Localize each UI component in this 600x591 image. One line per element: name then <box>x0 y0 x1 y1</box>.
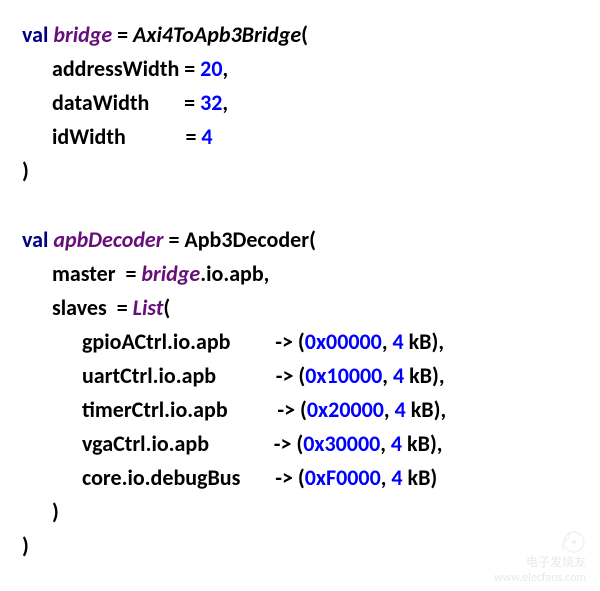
var-bridge: bridge <box>53 21 112 48</box>
slave-row-2: timerCtrl.io.apb -> (0x20000, 4 kB), <box>22 393 578 427</box>
slave-row-4: core.io.debugBus -> (0xF0000, 4 kB) <box>22 461 578 495</box>
slave-path: vgaCtrl.io.apb <box>82 430 209 457</box>
hex-literal: 0xF0000 <box>305 464 381 491</box>
size-val: 4 <box>395 396 406 423</box>
code-line-5: ) <box>22 154 578 188</box>
size-val: 4 <box>392 328 403 355</box>
master-chain: .io.apb, <box>200 260 269 287</box>
code-line-close-outer: ) <box>22 529 578 563</box>
watermark-url: www.elecfans.com <box>494 571 586 585</box>
param-slaves: slaves = <box>52 294 133 321</box>
param-master: master = <box>52 260 141 287</box>
hex-literal: 0x20000 <box>307 396 384 423</box>
code-line-close-inner: ) <box>22 495 578 529</box>
arrow-icon: -> ( <box>275 328 305 355</box>
param-dataWidth: dataWidth <box>52 89 149 116</box>
code-line-1: val bridge = Axi4ToApb3Bridge( <box>22 18 578 52</box>
slave-path: core.io.debugBus <box>82 464 240 491</box>
ref-bridge: bridge <box>141 260 200 287</box>
slave-row-0: gpioACtrl.io.apb -> (0x00000, 4 kB), <box>22 325 578 359</box>
code-line-4: idWidth = 4 <box>22 120 578 154</box>
val-32: 32 <box>200 89 222 116</box>
var-apbdecoder: apbDecoder <box>53 226 163 253</box>
arrow-icon: -> ( <box>277 396 307 423</box>
arrow-icon: -> ( <box>275 464 305 491</box>
call-list: List <box>133 294 164 321</box>
slave-row-1: uartCtrl.io.apb -> (0x10000, 4 kB), <box>22 359 578 393</box>
size-val: 4 <box>393 362 404 389</box>
eq: = <box>112 21 133 48</box>
slave-path: uartCtrl.io.apb <box>82 362 216 389</box>
kw-val-2: val <box>22 226 48 253</box>
val-20: 20 <box>200 55 222 82</box>
param-addressWidth: addressWidth <box>52 55 179 82</box>
type-bridge: Axi4ToApb3Bridge <box>133 21 301 48</box>
type-decoder: Apb3Decoder <box>184 226 309 253</box>
slave-row-3: vgaCtrl.io.apb -> (0x30000, 4 kB), <box>22 427 578 461</box>
size-val: 4 <box>391 464 402 491</box>
hex-literal: 0x10000 <box>305 362 382 389</box>
param-idWidth: idWidth <box>52 123 126 150</box>
code-line-3: dataWidth = 32, <box>22 86 578 120</box>
arrow-icon: -> ( <box>274 430 304 457</box>
code-line-8: slaves = List( <box>22 291 578 325</box>
size-val: 4 <box>391 430 402 457</box>
hex-literal: 0x00000 <box>305 328 382 355</box>
kw-val: val <box>22 21 48 48</box>
arrow-icon: -> ( <box>276 362 306 389</box>
open-paren: ( <box>301 21 308 48</box>
slave-path: gpioACtrl.io.apb <box>82 328 231 355</box>
close-paren: ) <box>22 157 29 184</box>
hex-literal: 0x30000 <box>303 430 380 457</box>
val-4: 4 <box>201 123 212 150</box>
code-line-6: val apbDecoder = Apb3Decoder( <box>22 223 578 257</box>
code-line-2: addressWidth = 20, <box>22 52 578 86</box>
code-line-7: master = bridge.io.apb, <box>22 257 578 291</box>
code-blank <box>22 188 578 222</box>
slave-path: timerCtrl.io.apb <box>82 396 228 423</box>
